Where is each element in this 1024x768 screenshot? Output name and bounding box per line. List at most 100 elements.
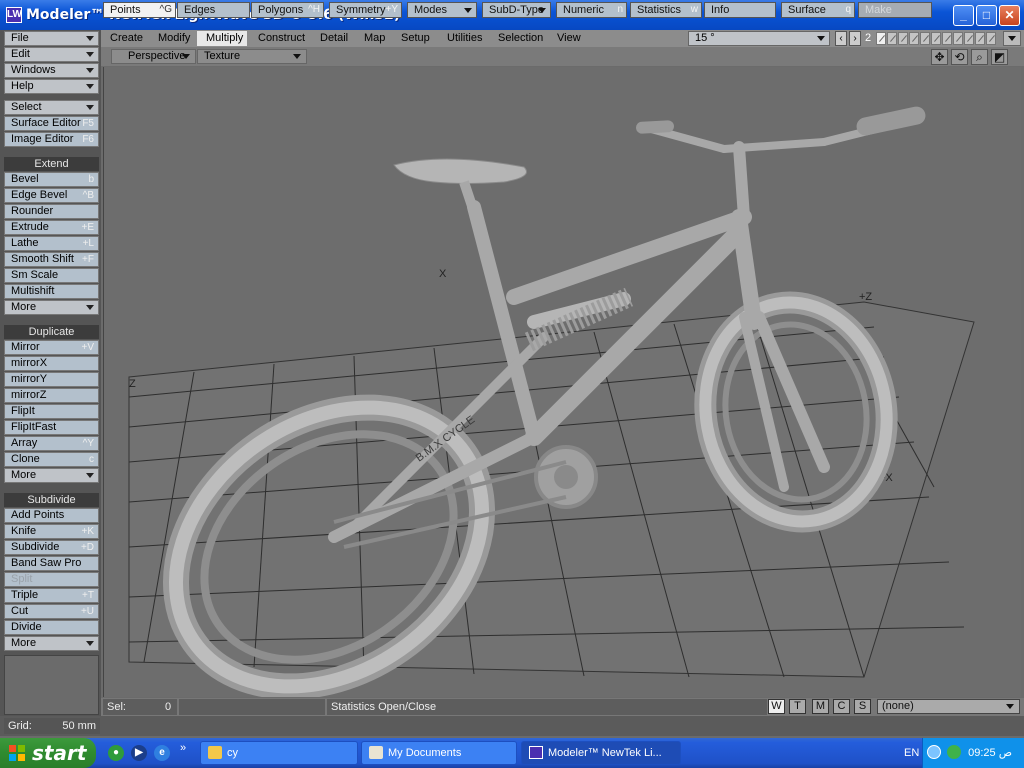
array-button[interactable]: Array ^Y	[4, 436, 99, 451]
surface-editor-button[interactable]: Surface Editor F5	[4, 116, 99, 131]
mirrorx-button[interactable]: mirrorX	[4, 356, 99, 371]
divide-button[interactable]: Divide	[4, 620, 99, 635]
symmetry-button[interactable]: Symmetry +Y	[329, 2, 402, 18]
layer-slot[interactable]	[953, 32, 963, 45]
language-indicator[interactable]: EN	[904, 747, 919, 759]
layer-slot[interactable]	[964, 32, 974, 45]
task-my-documents[interactable]: My Documents	[361, 741, 517, 765]
band-saw-pro-button[interactable]: Band Saw Pro	[4, 556, 99, 571]
layer-slot[interactable]	[898, 32, 908, 45]
task-modeler[interactable]: Modeler™ NewTek Li...	[521, 741, 681, 765]
close-button[interactable]: ✕	[999, 5, 1020, 26]
tab-modify[interactable]: Modify	[149, 31, 197, 46]
layer-slot[interactable]	[942, 32, 952, 45]
extrude-button[interactable]: Extrude +E	[4, 220, 99, 235]
lathe-button[interactable]: Lathe +L	[4, 236, 99, 251]
numeric-button[interactable]: Numeric n	[556, 2, 627, 18]
maximize-button[interactable]: □	[976, 5, 997, 26]
make-button[interactable]: Make	[858, 2, 932, 18]
wtmcs-w[interactable]: W	[768, 699, 785, 714]
wtmcs-c[interactable]: C	[833, 699, 850, 714]
perspective-viewport[interactable]: X Z +Z +X B.M.X CYCLE	[103, 67, 1021, 697]
split-button[interactable]: Split	[4, 572, 99, 587]
edge-bevel-button[interactable]: Edge Bevel ^B	[4, 188, 99, 203]
smooth-shift-button[interactable]: Smooth Shift +F	[4, 252, 99, 267]
wtmcs-s[interactable]: S	[854, 699, 871, 714]
mirror-button[interactable]: Mirror +V	[4, 340, 99, 355]
view-angle-dropdown[interactable]: 15 °	[688, 31, 830, 46]
wtmcs-t[interactable]: T	[789, 699, 806, 714]
tab-map[interactable]: Map	[355, 31, 391, 46]
multishift-button[interactable]: Multishift	[4, 284, 99, 299]
mirrory-button[interactable]: mirrorY	[4, 372, 99, 387]
prev-layer-button[interactable]: ‹	[835, 31, 847, 46]
task-folder-cy[interactable]: cy	[200, 741, 358, 765]
layer-slot[interactable]	[931, 32, 941, 45]
render-mode-dropdown[interactable]: Texture	[197, 49, 307, 64]
wtmcs-m[interactable]: M	[812, 699, 829, 714]
surface-select-dropdown[interactable]: (none)	[877, 699, 1020, 714]
mirrorz-button[interactable]: mirrorZ	[4, 388, 99, 403]
layer-slot[interactable]	[876, 32, 886, 45]
layer-slot[interactable]	[920, 32, 930, 45]
bevel-button[interactable]: Bevel b	[4, 172, 99, 187]
image-editor-button[interactable]: Image Editor F6	[4, 132, 99, 147]
quick-launch-overflow-icon[interactable]: »	[180, 742, 186, 754]
modes-dropdown[interactable]: Modes	[407, 2, 477, 18]
clone-button[interactable]: Clone c	[4, 452, 99, 467]
subd-type-dropdown[interactable]: SubD-Type	[482, 2, 551, 18]
chevron-down-icon	[86, 473, 94, 478]
extend-more-menu[interactable]: More	[4, 300, 99, 315]
subdivide-button[interactable]: Subdivide +D	[4, 540, 99, 555]
tab-multiply[interactable]: Multiply	[197, 31, 247, 46]
info-button[interactable]: Info	[704, 2, 776, 18]
duplicate-more-menu[interactable]: More	[4, 468, 99, 483]
surface-button[interactable]: Surface q	[781, 2, 855, 18]
tab-create[interactable]: Create	[101, 31, 145, 46]
menu-edit[interactable]: Edit	[4, 47, 99, 62]
internet-explorer-icon[interactable]: e	[154, 745, 170, 761]
tab-setup[interactable]: Setup	[392, 31, 438, 46]
menu-file[interactable]: File	[4, 31, 99, 46]
rotate-view-icon[interactable]: ⟲	[951, 49, 968, 65]
statistics-button[interactable]: Statistics w	[630, 2, 702, 18]
subdivide-more-menu[interactable]: More	[4, 636, 99, 651]
move-view-icon[interactable]: ✥	[931, 49, 948, 65]
tab-selection[interactable]: Selection	[489, 31, 549, 46]
tab-view[interactable]: View	[548, 31, 588, 46]
tab-utilities[interactable]: Utilities	[438, 31, 491, 46]
layer-slot[interactable]	[909, 32, 919, 45]
polygons-mode-button[interactable]: Polygons ^H	[251, 2, 324, 18]
layer-menu-button[interactable]	[1003, 31, 1021, 46]
layer-slot[interactable]	[975, 32, 985, 45]
flipit-button[interactable]: FlipIt	[4, 404, 99, 419]
triple-button[interactable]: Triple +T	[4, 588, 99, 603]
messenger-icon[interactable]: ●	[108, 745, 124, 761]
cut-button[interactable]: Cut +U	[4, 604, 99, 619]
add-points-button[interactable]: Add Points	[4, 508, 99, 523]
start-button[interactable]: start	[0, 738, 96, 768]
view-type-dropdown[interactable]: Perspective	[111, 49, 196, 64]
select-menu[interactable]: Select	[4, 100, 99, 115]
tray-expand-icon[interactable]	[927, 745, 941, 759]
media-player-icon[interactable]: ▶	[131, 745, 147, 761]
menu-windows[interactable]: Windows	[4, 63, 99, 78]
tab-construct[interactable]: Construct	[249, 31, 311, 46]
next-layer-button[interactable]: ›	[849, 31, 861, 46]
minimize-button[interactable]: _	[953, 5, 974, 26]
maximize-viewport-icon[interactable]: ◩	[991, 49, 1008, 65]
knife-button[interactable]: Knife +K	[4, 524, 99, 539]
grid-size-display: Grid: 50 mm	[4, 718, 100, 734]
zoom-view-icon[interactable]: ⌕	[971, 49, 988, 65]
tab-detail[interactable]: Detail	[311, 31, 355, 46]
edges-mode-button[interactable]: Edges	[177, 2, 250, 18]
network-icon[interactable]	[947, 745, 961, 759]
chevron-down-icon	[464, 8, 472, 13]
flipitfast-button[interactable]: FlipItFast	[4, 420, 99, 435]
rounder-button[interactable]: Rounder	[4, 204, 99, 219]
layer-slot[interactable]	[986, 32, 996, 45]
layer-slot[interactable]	[887, 32, 897, 45]
points-mode-button[interactable]: Points ^G	[103, 2, 176, 18]
menu-help[interactable]: Help	[4, 79, 99, 94]
sm-scale-button[interactable]: Sm Scale	[4, 268, 99, 283]
